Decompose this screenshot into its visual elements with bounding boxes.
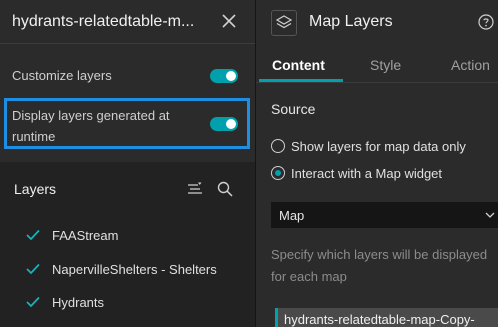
layer-item-napervilleshelters[interactable]: NapervilleShelters - Shelters [26,259,217,279]
radio-interact-map-widget[interactable]: Interact with a Map widget [271,165,442,181]
chevron-down-icon [485,212,495,218]
active-tab-indicator [259,79,343,82]
map-select[interactable]: Map [271,202,498,228]
layers-icon [271,10,297,36]
tab-content[interactable]: Content [272,57,325,73]
customize-layers-label: Customize layers [12,68,112,83]
panel-title: hydrants-relatedtable-m... [12,13,195,30]
layers-title: Layers [14,181,57,197]
tab-style[interactable]: Style [370,57,401,73]
source-label: Source [271,101,316,117]
tab-action[interactable]: Action [451,57,490,73]
display-runtime-label-line1: Display layers generated at [12,108,170,123]
layer-item-hydrants[interactable]: Hydrants [26,292,104,312]
radio-button[interactable] [271,139,285,153]
check-icon [26,229,40,241]
layer-label: NapervilleShelters - Shelters [52,261,217,277]
radio-button-selected[interactable] [271,166,285,180]
map-list-item[interactable]: hydrants-relatedtable-map-Copy- [275,308,498,327]
layer-item-faastream[interactable]: FAAStream [26,225,118,245]
tab-divider [256,82,498,83]
widget-title: Map Layers [309,13,393,30]
map-item-label: hydrants-relatedtable-map-Copy- [284,312,475,327]
toggle-knob [226,119,236,129]
layer-label: Hydrants [52,294,105,310]
radio-show-layers-map-data[interactable]: Show layers for map data only [271,138,466,154]
check-icon [26,296,40,308]
search-icon[interactable] [217,181,233,197]
layer-label: FAAStream [52,227,119,243]
toggle-knob [226,71,236,81]
header-divider [0,43,255,44]
display-runtime-label: Display layers generated at runtime [12,105,170,147]
radio-label: Interact with a Map widget [291,165,443,181]
map-select-value: Map [279,208,305,223]
customize-layers-toggle[interactable] [210,69,238,83]
display-runtime-toggle[interactable] [210,117,238,131]
help-icon[interactable] [478,14,494,30]
check-icon [26,263,40,275]
radio-label: Show layers for map data only [291,138,466,154]
display-runtime-label-line2: runtime [12,129,56,144]
close-icon[interactable] [220,12,238,30]
filter-icon[interactable] [187,182,203,196]
layers-help-text: Specify which layers will be displayed f… [271,247,488,284]
